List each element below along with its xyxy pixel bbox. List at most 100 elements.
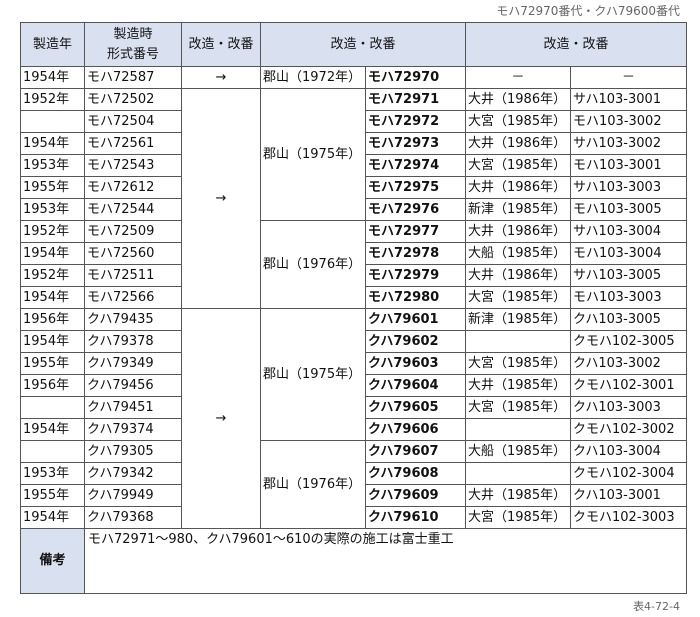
header-mod3: 改造・改番 — [465, 22, 688, 67]
cell-new-number: クハ79609 — [364, 484, 467, 507]
cell-final: サハ103-3003 — [570, 176, 688, 199]
cell-final: クハ103-3003 — [570, 396, 688, 419]
cell-place-moha-1976: 郡山（1976年） — [260, 220, 366, 309]
cell-original: クハ79378 — [84, 330, 182, 353]
cell-place-moha-1975: 郡山（1975年） — [260, 88, 366, 221]
cell-new-number: モハ72980 — [364, 286, 467, 309]
cell-year: 1954年 — [20, 506, 85, 529]
cell-new-number: モハ72972 — [364, 110, 467, 133]
table-id: 表4-72-4 — [633, 600, 680, 613]
note-label: 備考 — [20, 528, 85, 594]
cell-mod: 大宮（1985年） — [465, 110, 572, 133]
header-mod1: 改造・改番 — [181, 22, 261, 67]
cell-original: クハ79342 — [84, 462, 182, 485]
cell-final: サハ103-3005 — [570, 264, 688, 287]
cell-final: クハ103-3002 — [570, 352, 688, 375]
cell-year: 1954年 — [20, 286, 85, 309]
cell-final: クモハ102-3002 — [570, 418, 688, 441]
cell-original: クハ79349 — [84, 352, 182, 375]
cell-year: 1956年 — [20, 308, 85, 331]
cell-final: モハ103-3001 — [570, 154, 688, 177]
cell-original: クハ79451 — [84, 396, 182, 419]
conversion-table: 製造年 製造時 形式番号 改造・改番 改造・改番 改造・改番 1954年 モハ7… — [20, 22, 688, 594]
cell-new-number: クハ79610 — [364, 506, 467, 529]
table-row: 1952年 モハ72502 → 郡山（1975年） モハ72971 大井（198… — [20, 88, 688, 309]
cell-mod — [465, 418, 572, 441]
cell-year: 1953年 — [20, 198, 85, 221]
table-row: クハ79305 郡山（1976年） クハ79607 大船（1985年） クハ10… — [20, 440, 688, 529]
cell-mod: 大井（1985年） — [465, 484, 572, 507]
cell-place-kuha-1975: 郡山（1975年） — [260, 308, 366, 441]
cell-year — [20, 440, 85, 463]
cell-mod: 大宮（1985年） — [465, 286, 572, 309]
cell-new-number: モハ72970 — [364, 66, 467, 89]
cell-final: クモハ102-3003 — [570, 506, 688, 529]
cell-mod: 新津（1985年） — [465, 308, 572, 331]
cell-new-number: モハ72977 — [364, 220, 467, 243]
cell-mod: 大井（1986年） — [465, 264, 572, 287]
cell-original: モハ72560 — [84, 242, 182, 265]
cell-mod: 大井（1986年） — [465, 176, 572, 199]
header-original-line1: 製造時 — [113, 26, 153, 42]
cell-new-number: モハ72979 — [364, 264, 467, 287]
cell-mod: 大宮（1985年） — [465, 506, 572, 529]
cell-original: クハ79949 — [84, 484, 182, 507]
table-row: 1954年 モハ72587 → 郡山（1972年） モハ72970 － － — [20, 66, 688, 89]
cell-mod: 大宮（1985年） — [465, 154, 572, 177]
cell-mod: 大船（1985年） — [465, 242, 572, 265]
cell-new-number: クハ79606 — [364, 418, 467, 441]
cell-place-kuha-1976: 郡山（1976年） — [260, 440, 366, 529]
cell-arrow: → — [181, 66, 261, 89]
cell-final: モハ103-3004 — [570, 242, 688, 265]
table-row: 1956年 クハ79435 → 郡山（1975年） クハ79601 新津（198… — [20, 308, 688, 529]
cell-original: モハ72543 — [84, 154, 182, 177]
cell-year: 1952年 — [20, 264, 85, 287]
cell-mod: 新津（1985年） — [465, 198, 572, 221]
cell-arrow-kuha: → — [181, 308, 261, 529]
table-caption: モハ72970番代・クハ79600番代 — [496, 4, 680, 18]
cell-original: クハ79368 — [84, 506, 182, 529]
cell-year: 1955年 — [20, 352, 85, 375]
cell-original: モハ72566 — [84, 286, 182, 309]
cell-year: 1956年 — [20, 374, 85, 397]
cell-new-number: モハ72974 — [364, 154, 467, 177]
cell-year: 1954年 — [20, 66, 85, 89]
cell-mod — [465, 330, 572, 353]
cell-year: 1954年 — [20, 132, 85, 155]
cell-original: モハ72561 — [84, 132, 182, 155]
cell-arrow-moha: → — [181, 88, 261, 309]
note-text: モハ72971～980、クハ79601～610の実際の施工は富士重工 — [83, 528, 688, 594]
header-mod2: 改造・改番 — [259, 22, 467, 67]
cell-final: クモハ102-3001 — [570, 374, 688, 397]
cell-year: 1955年 — [20, 484, 85, 507]
cell-mod: 大宮（1985年） — [465, 396, 572, 419]
header-original: 製造時 形式番号 — [84, 22, 182, 67]
header-original-line2: 形式番号 — [106, 46, 159, 62]
cell-new-number: モハ72975 — [364, 176, 467, 199]
cell-place: 郡山（1972年） — [260, 66, 366, 89]
cell-original: モハ72502 — [84, 88, 182, 111]
cell-year: 1953年 — [20, 154, 85, 177]
cell-new-number: クハ79608 — [364, 462, 467, 485]
cell-final: クモハ102-3005 — [570, 330, 688, 353]
cell-original: モハ72511 — [84, 264, 182, 287]
cell-mod — [465, 462, 572, 485]
table-row: 1952年 モハ72509 郡山（1976年） モハ72977 大井（1986年… — [20, 220, 688, 309]
cell-final: サハ103-3004 — [570, 220, 688, 243]
cell-original: クハ79456 — [84, 374, 182, 397]
cell-original: クハ79435 — [84, 308, 182, 331]
cell-new-number: モハ72976 — [364, 198, 467, 221]
cell-new-number: モハ72973 — [364, 132, 467, 155]
cell-mod: 大宮（1985年） — [465, 352, 572, 375]
cell-final: モハ103-3003 — [570, 286, 688, 309]
cell-final: － — [570, 66, 688, 89]
cell-year: 1952年 — [20, 220, 85, 243]
cell-original: モハ72612 — [84, 176, 182, 199]
cell-mod: 大井（1986年） — [465, 132, 572, 155]
cell-mod: 大船（1985年） — [465, 440, 572, 463]
cell-original: クハ79374 — [84, 418, 182, 441]
cell-final: モハ103-3005 — [570, 198, 688, 221]
cell-final: クモハ102-3004 — [570, 462, 688, 485]
cell-final: クハ103-3005 — [570, 308, 688, 331]
cell-mod: 大井（1985年） — [465, 374, 572, 397]
